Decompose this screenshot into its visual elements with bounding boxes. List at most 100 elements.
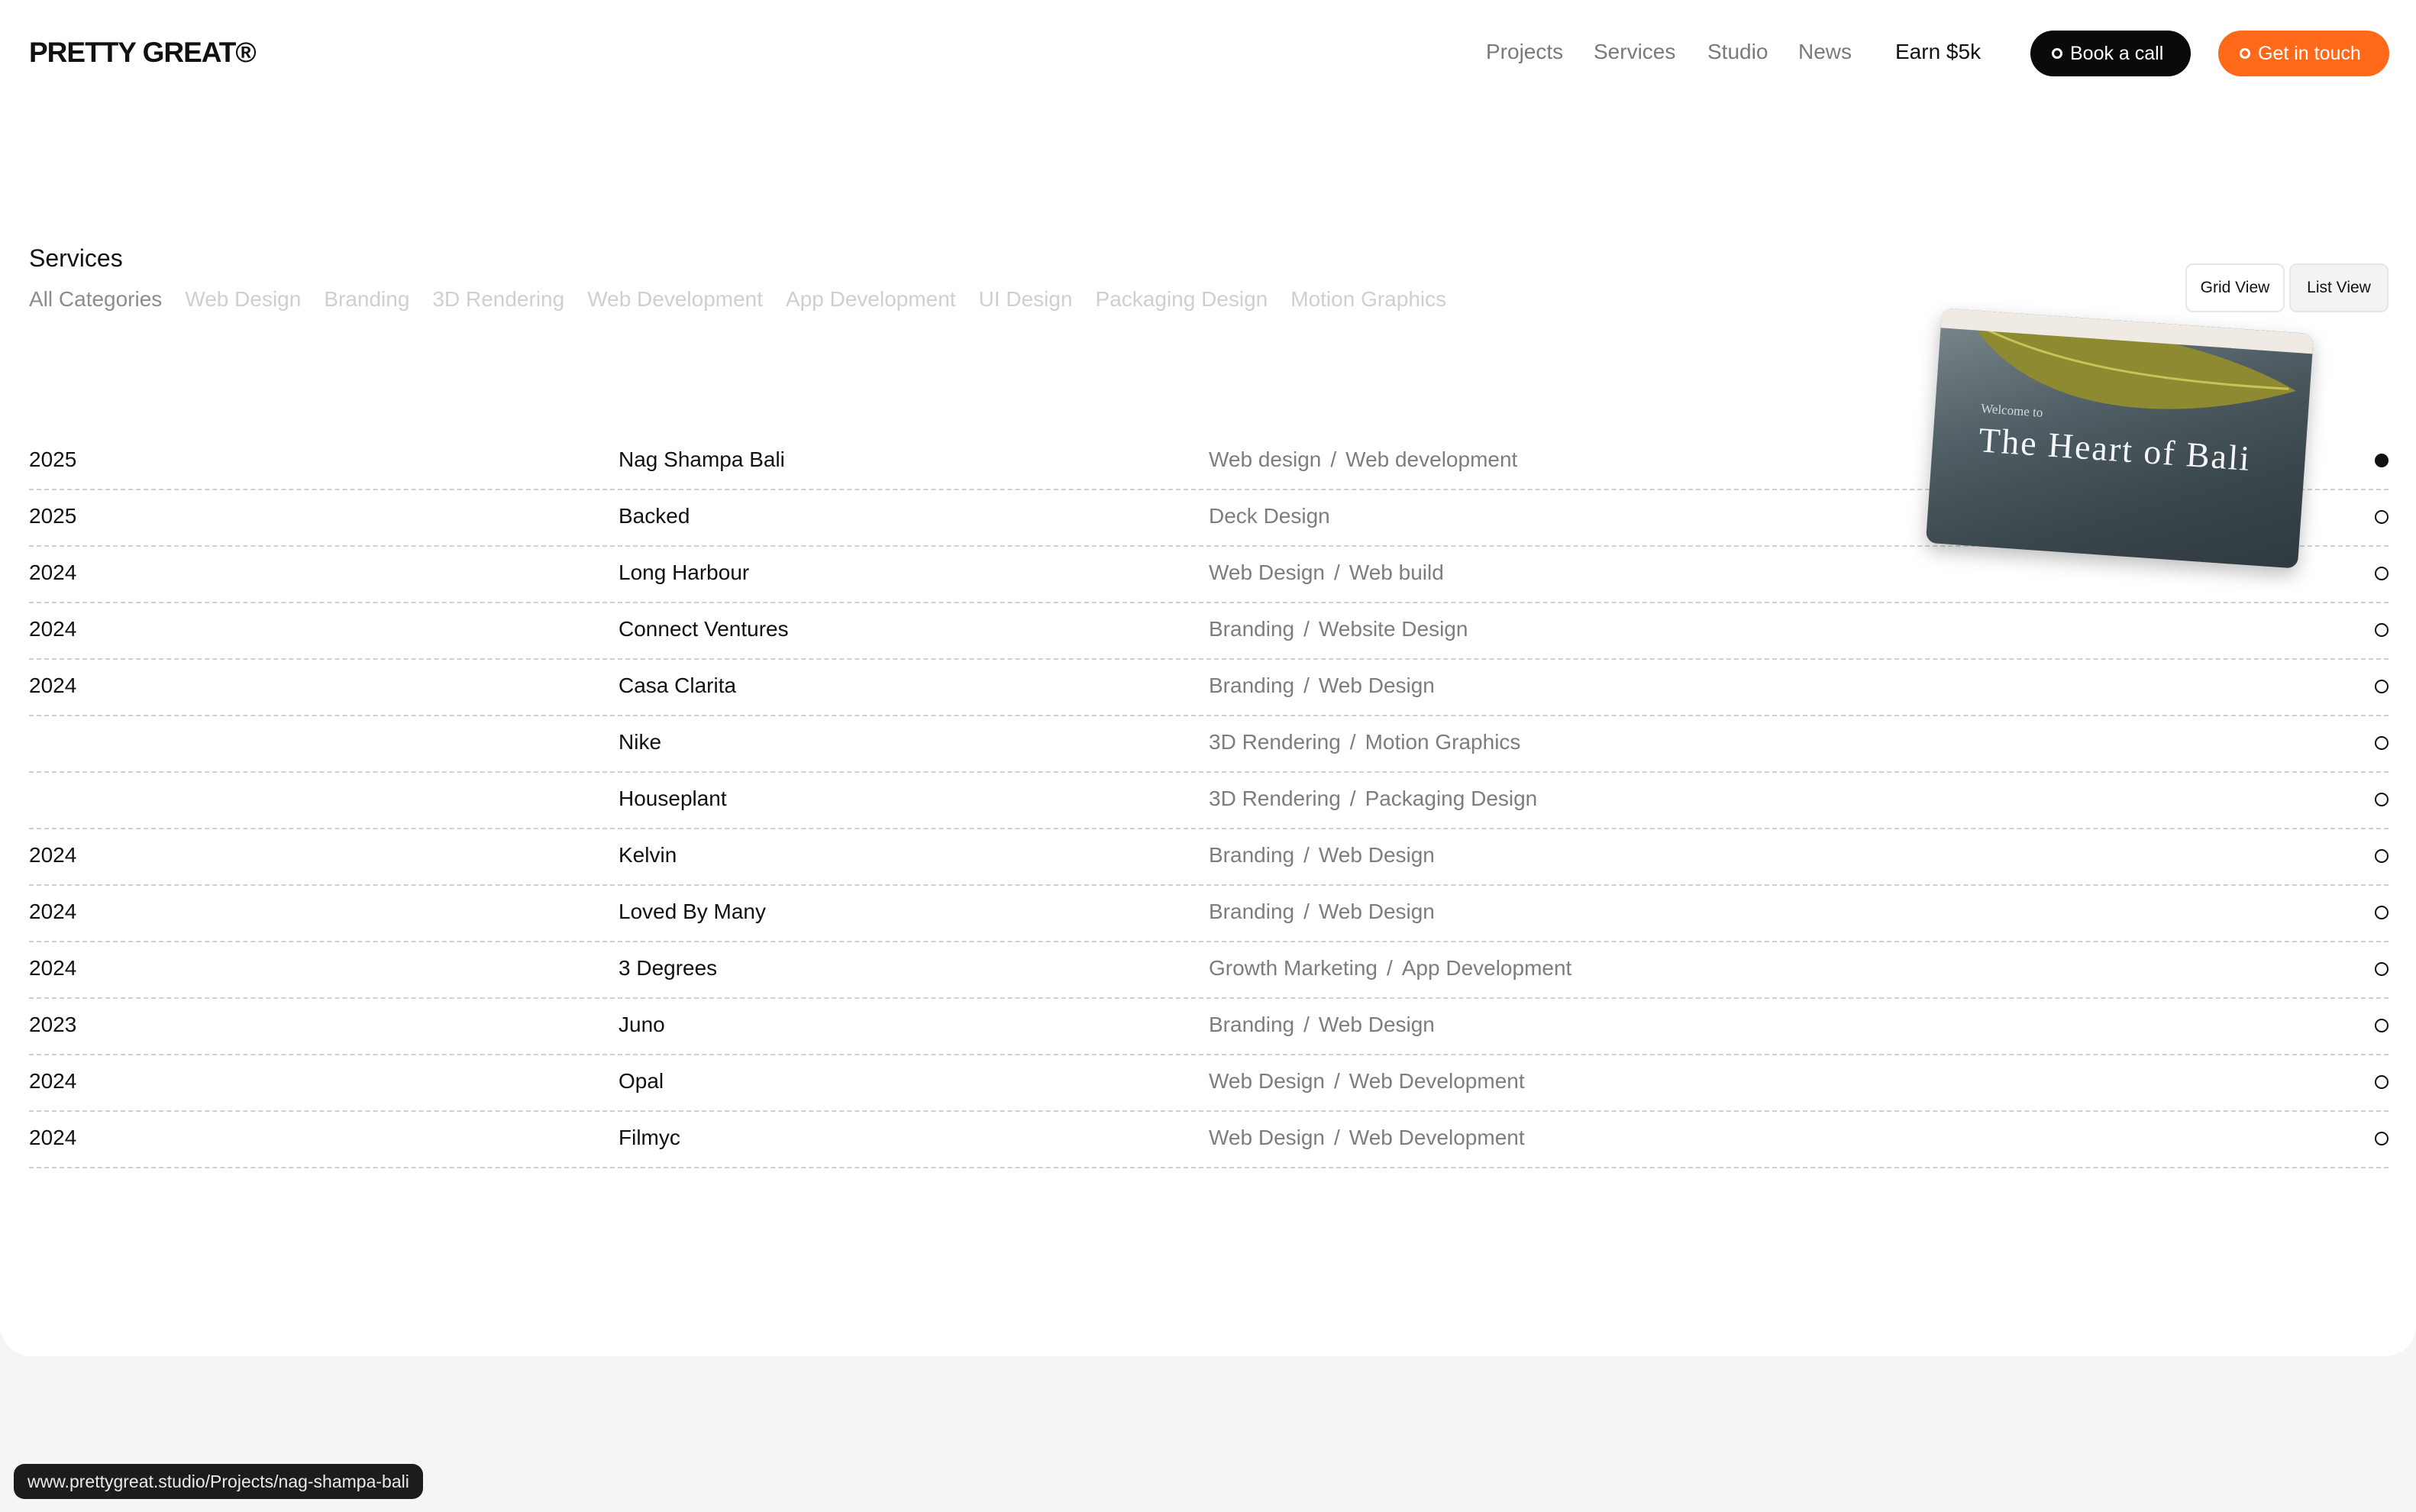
- project-name: Nike: [619, 730, 662, 754]
- project-year: 2023: [29, 1013, 77, 1036]
- project-tag: Branding: [1209, 674, 1295, 697]
- project-tag: Branding: [1209, 843, 1295, 867]
- project-name: Juno: [619, 1013, 665, 1036]
- list-view-button[interactable]: List View: [2289, 263, 2389, 312]
- project-tags: Deck Design: [1209, 504, 1330, 528]
- project-tags: Branding / Web Design: [1209, 1013, 1435, 1037]
- tag-separator: /: [1349, 730, 1356, 754]
- category-web-design[interactable]: Web Design: [185, 287, 301, 312]
- project-row[interactable]: Nike 3D Rendering / Motion Graphics: [29, 716, 2389, 773]
- selected-dot-icon: [2375, 454, 2389, 467]
- project-name: Nag Shampa Bali: [619, 447, 785, 471]
- circle-icon: [2375, 510, 2389, 524]
- project-name: Kelvin: [619, 843, 677, 867]
- project-tag: Packaging Design: [1365, 787, 1538, 810]
- project-name: Opal: [619, 1069, 664, 1093]
- project-tag: 3D Rendering: [1209, 787, 1341, 810]
- project-row[interactable]: 2024 3 Degrees Growth Marketing / App Develo…: [29, 942, 2389, 999]
- project-year: 2025: [29, 504, 77, 528]
- category-motion-graphics[interactable]: Motion Graphics: [1290, 287, 1446, 312]
- project-tag: Growth Marketing: [1209, 956, 1378, 980]
- project-name: Connect Ventures: [619, 617, 789, 641]
- project-tags: Branding / Web Design: [1209, 674, 1435, 698]
- tag-separator: /: [1334, 561, 1340, 584]
- project-name: 3 Degrees: [619, 956, 718, 980]
- project-tag: Web design: [1209, 447, 1322, 471]
- logo[interactable]: PRETTY GREAT®: [29, 37, 257, 69]
- project-year: 2024: [29, 561, 77, 584]
- circle-icon: [2240, 48, 2250, 59]
- nav-earn[interactable]: Earn $5k: [1895, 40, 1981, 64]
- circle-icon: [2375, 962, 2389, 976]
- project-tag: Deck Design: [1209, 504, 1330, 528]
- circle-icon: [2052, 48, 2062, 59]
- category-all[interactable]: All Categories: [29, 287, 162, 312]
- project-row[interactable]: Houseplant 3D Rendering / Packaging Design: [29, 773, 2389, 829]
- circle-icon: [2375, 736, 2389, 750]
- page-content: PRETTY GREAT® Projects Services Studio N…: [0, 0, 2416, 1356]
- tag-separator: /: [1386, 956, 1393, 980]
- nav-projects[interactable]: Projects: [1486, 40, 1563, 64]
- circle-icon: [2375, 793, 2389, 806]
- project-name: Houseplant: [619, 787, 727, 810]
- get-in-touch-label: Get in touch: [2258, 42, 2361, 64]
- project-row[interactable]: 2023 Juno Branding / Web Design: [29, 999, 2389, 1055]
- category-3d-rendering[interactable]: 3D Rendering: [432, 287, 564, 312]
- book-call-button[interactable]: Book a call: [2030, 31, 2191, 76]
- project-row[interactable]: 2024 Kelvin Branding / Web Design: [29, 829, 2389, 886]
- project-tag: Branding: [1209, 900, 1295, 923]
- project-row[interactable]: 2024 Connect Ventures Branding / Website Des…: [29, 603, 2389, 660]
- project-year: 2024: [29, 617, 77, 641]
- project-preview-image: Welcome to The Heart of Bali: [1925, 308, 2314, 569]
- project-tag: Web Design: [1318, 900, 1435, 923]
- project-row[interactable]: 2024 Long Harbour Web Design / Web build: [29, 547, 2389, 603]
- category-branding[interactable]: Branding: [324, 287, 409, 312]
- project-year: 2024: [29, 956, 77, 980]
- nav-news[interactable]: News: [1798, 40, 1852, 64]
- project-row[interactable]: 2024 Loved By Many Branding / Web Design: [29, 886, 2389, 942]
- project-tag: Web Design: [1318, 1013, 1435, 1036]
- project-year: 2024: [29, 1069, 77, 1093]
- project-year: 2024: [29, 674, 77, 697]
- category-packaging-design[interactable]: Packaging Design: [1096, 287, 1268, 312]
- project-tag: Web Design: [1209, 561, 1326, 584]
- get-in-touch-button[interactable]: Get in touch: [2218, 31, 2389, 76]
- circle-icon: [2375, 680, 2389, 693]
- preview-welcome-text: Welcome to: [1980, 401, 2044, 420]
- category-ui-design[interactable]: UI Design: [979, 287, 1073, 312]
- project-tag: Branding: [1209, 1013, 1295, 1036]
- tag-separator: /: [1303, 617, 1310, 641]
- project-row[interactable]: 2024 Opal Web Design / Web Development: [29, 1055, 2389, 1112]
- services-title: Services: [29, 244, 123, 272]
- project-row[interactable]: 2024 Filmyc Web Design / Web Development: [29, 1112, 2389, 1168]
- project-year: 2024: [29, 900, 77, 923]
- nav-studio[interactable]: Studio: [1707, 40, 1768, 64]
- tag-separator: /: [1303, 843, 1310, 867]
- project-name: Backed: [619, 504, 690, 528]
- project-tag: Web build: [1349, 561, 1444, 584]
- project-year: 2024: [29, 843, 77, 867]
- project-tags: Web Design / Web Development: [1209, 1126, 1525, 1150]
- tag-separator: /: [1303, 900, 1310, 923]
- project-tag: Branding: [1209, 617, 1295, 641]
- project-tag: Web Development: [1349, 1126, 1525, 1149]
- project-tag: Web Design: [1318, 843, 1435, 867]
- grid-view-button[interactable]: Grid View: [2185, 263, 2285, 312]
- project-name: Filmyc: [619, 1126, 680, 1149]
- project-tags: Web design / Web development: [1209, 447, 1517, 472]
- project-row[interactable]: 2024 Casa Clarita Branding / Web Design: [29, 660, 2389, 716]
- circle-icon: [2375, 567, 2389, 580]
- circle-icon: [2375, 623, 2389, 637]
- project-tag: Motion Graphics: [1365, 730, 1521, 754]
- category-web-development[interactable]: Web Development: [587, 287, 763, 312]
- category-app-development[interactable]: App Development: [786, 287, 956, 312]
- project-tags: Web Design / Web build: [1209, 561, 1444, 585]
- tag-separator: /: [1334, 1069, 1340, 1093]
- project-tag: Website Design: [1318, 617, 1468, 641]
- category-filter-list: All Categories Web Design Branding 3D Re…: [29, 287, 1446, 312]
- circle-icon: [2375, 1019, 2389, 1032]
- project-tag: Web development: [1345, 447, 1518, 471]
- project-tag: Web Design: [1209, 1126, 1326, 1149]
- nav-services[interactable]: Services: [1594, 40, 1675, 64]
- status-url: www.prettygreat.studio/Projects/nag-sham…: [14, 1464, 423, 1499]
